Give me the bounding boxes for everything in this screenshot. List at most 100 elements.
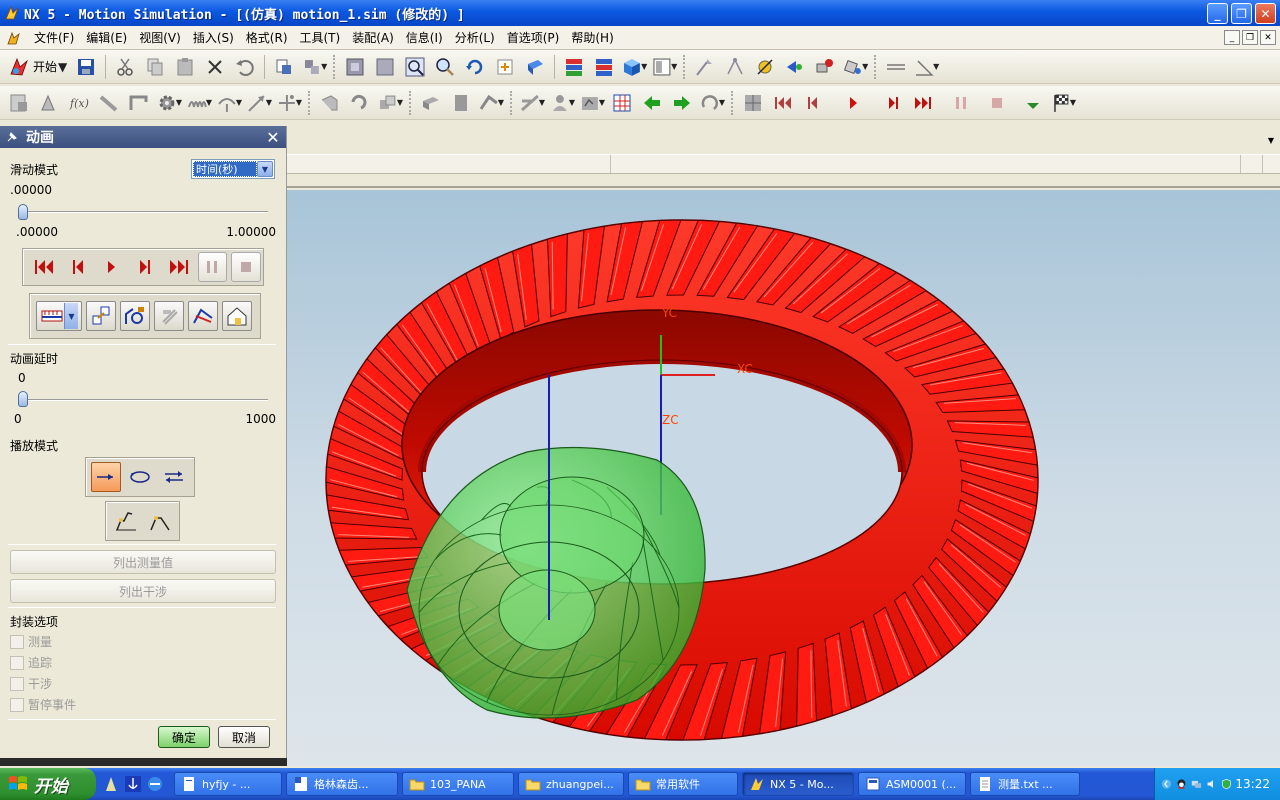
menu-insert[interactable]: 插入(S)	[187, 27, 240, 48]
quicklaunch-app-icon[interactable]	[102, 775, 120, 793]
tb-next-frame-button[interactable]	[880, 90, 906, 116]
zoom-in-out-button[interactable]	[432, 54, 458, 80]
menu-view[interactable]: 视图(V)	[133, 27, 187, 48]
view-orient-button[interactable]	[522, 54, 548, 80]
menu-format[interactable]: 格式(R)	[240, 27, 294, 48]
bushing-button[interactable]: ▼	[377, 90, 403, 116]
loop-button[interactable]	[125, 462, 155, 492]
quicklaunch-browser-icon[interactable]	[146, 775, 164, 793]
reset-button[interactable]: ▼	[699, 90, 725, 116]
next-frame-button[interactable]	[128, 251, 162, 283]
spreadsheet-button[interactable]	[609, 90, 635, 116]
snap-to-frame-button[interactable]	[86, 301, 116, 331]
motion-joint-button[interactable]	[752, 54, 778, 80]
zoom-area-button[interactable]	[372, 54, 398, 80]
slider-mode-select[interactable]: 时间(秒) ▼	[191, 159, 275, 179]
task-measure-txt[interactable]: 测量.txt ...	[970, 772, 1080, 796]
measure-distance-button[interactable]	[883, 54, 909, 80]
cancel-button[interactable]: 取消	[218, 726, 270, 748]
dialog-close-button[interactable]: ✕	[264, 128, 282, 147]
volume-icon[interactable]	[1206, 777, 1217, 791]
menu-tools[interactable]: 工具(T)	[294, 27, 347, 48]
trace-path-button[interactable]	[188, 301, 218, 331]
tb-first-frame-button[interactable]	[770, 90, 796, 116]
list-interference-button[interactable]: 列出干涉	[10, 579, 276, 603]
shaded-view-button[interactable]: ▼	[621, 54, 647, 80]
close-button[interactable]: ✕	[1255, 3, 1276, 24]
task-nx5[interactable]: NX 5 - Mo...	[742, 772, 854, 796]
first-frame-button[interactable]	[27, 251, 61, 283]
time-slider-track[interactable]	[22, 211, 268, 213]
contact-button[interactable]	[317, 90, 343, 116]
delay-slider-track[interactable]	[22, 399, 268, 401]
task-asm0001[interactable]: ASM0001 (...	[858, 772, 966, 796]
return-model-button[interactable]	[222, 301, 252, 331]
pin-icon[interactable]	[6, 131, 18, 143]
ok-button[interactable]: 确定	[158, 726, 210, 748]
minimize-button[interactable]: _	[1207, 3, 1228, 24]
motion-connector-button[interactable]	[812, 54, 838, 80]
zoom-button[interactable]	[402, 54, 428, 80]
tb-finish-button[interactable]: ▼	[1050, 90, 1076, 116]
track-all-button[interactable]	[120, 301, 150, 331]
option-pause-event-checkbox[interactable]	[10, 697, 24, 712]
task-zhuangpei[interactable]: zhuangpei...	[518, 772, 624, 796]
interference-button[interactable]	[448, 90, 474, 116]
restore-button[interactable]: ❐	[1231, 3, 1252, 24]
menu-analysis[interactable]: 分析(L)	[449, 27, 501, 48]
tb-options-button[interactable]	[1020, 90, 1046, 116]
selection-button[interactable]: ▼	[301, 54, 327, 80]
measure-angle-button[interactable]: ▼	[913, 54, 939, 80]
animation-grid-button[interactable]	[740, 90, 766, 116]
motion-type-select[interactable]: ▼	[36, 301, 82, 331]
doc-minimize-button[interactable]: _	[1224, 30, 1240, 45]
force-button[interactable]: ▼	[246, 90, 272, 116]
step-back-button[interactable]	[639, 90, 665, 116]
prev-frame-button[interactable]	[61, 251, 95, 283]
option-trace[interactable]: 追踪	[10, 654, 52, 671]
security-shield-icon[interactable]	[1221, 777, 1232, 791]
marker-tool-button[interactable]: ▼	[276, 90, 302, 116]
undo-button[interactable]	[232, 54, 258, 80]
time-slider-thumb[interactable]	[18, 204, 28, 220]
bounce-button[interactable]	[159, 462, 189, 492]
option-measure-checkbox[interactable]	[10, 634, 24, 649]
option-measure[interactable]: 测量	[10, 633, 52, 650]
cut-button[interactable]	[112, 54, 138, 80]
task-gleason[interactable]: 格林森齿...	[286, 772, 398, 796]
start-menu-button[interactable]: 开始 ▼	[4, 54, 71, 80]
tb-last-frame-button[interactable]	[910, 90, 936, 116]
start-button[interactable]: 开始	[0, 768, 96, 800]
pause-at-end-button[interactable]	[111, 506, 141, 536]
qq-icon[interactable]	[1176, 777, 1187, 791]
play-button[interactable]	[94, 251, 128, 283]
explode-button[interactable]	[154, 301, 184, 331]
delay-slider-thumb[interactable]	[18, 391, 28, 407]
motion-navigator-button[interactable]	[6, 90, 32, 116]
fit-view-button[interactable]	[342, 54, 368, 80]
menu-file[interactable]: 文件(F)	[28, 27, 80, 48]
menu-info[interactable]: 信息(I)	[400, 27, 449, 48]
tb-play-button[interactable]	[840, 90, 866, 116]
tb-pause-button[interactable]	[948, 90, 974, 116]
play-once-button[interactable]	[91, 462, 121, 492]
task-103-pana[interactable]: 103_PANA	[402, 772, 514, 796]
layer-button[interactable]	[561, 54, 587, 80]
menu-assembly[interactable]: 装配(A)	[346, 27, 400, 48]
motion-marker-button[interactable]: ▼	[842, 54, 868, 80]
chevron-left-icon[interactable]	[1161, 777, 1172, 791]
graph-button[interactable]: ▼	[579, 90, 605, 116]
continue-at-end-button[interactable]	[145, 506, 175, 536]
step-forward-button[interactable]	[669, 90, 695, 116]
menu-edit[interactable]: 编辑(E)	[80, 27, 133, 48]
constraint-button[interactable]	[347, 90, 373, 116]
snap-point-button[interactable]	[722, 54, 748, 80]
joint-button[interactable]	[126, 90, 152, 116]
save-button[interactable]	[73, 54, 99, 80]
gear-model[interactable]: YC XC ZC	[287, 190, 1280, 766]
list-measure-button[interactable]: 列出测量值	[10, 550, 276, 574]
link-button[interactable]	[96, 90, 122, 116]
quicklaunch-anchor-icon[interactable]	[124, 775, 142, 793]
spring-button[interactable]: ▼	[186, 90, 212, 116]
doc-restore-button[interactable]: ❐	[1242, 30, 1258, 45]
